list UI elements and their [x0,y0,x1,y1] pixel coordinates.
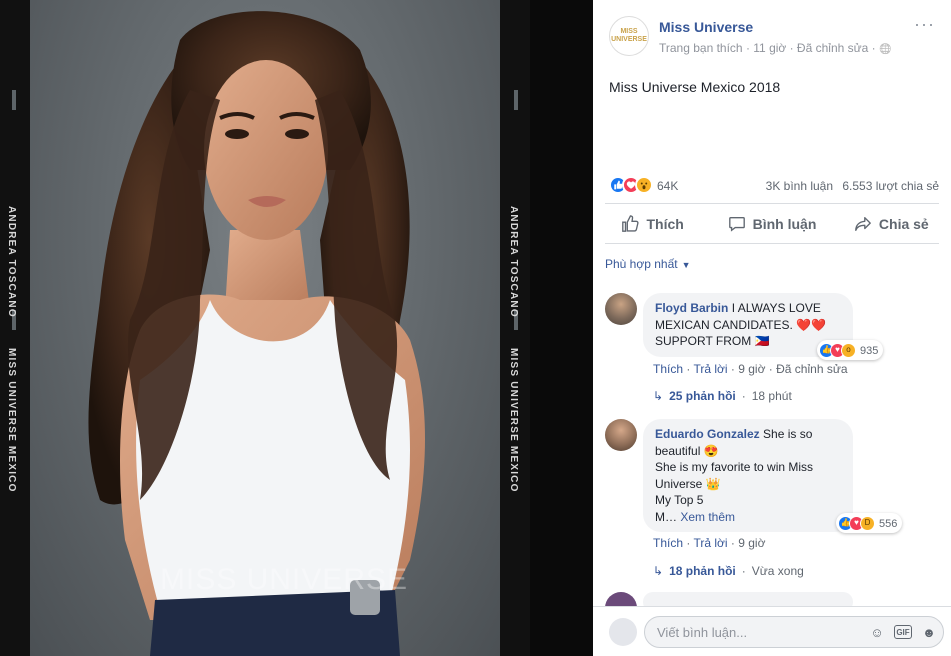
comment-reactions[interactable]: 👍 ♥ D 556 [836,513,903,533]
like-button[interactable]: Thích [593,206,712,242]
replies-link[interactable]: 18 phản hồi [669,564,736,578]
comment-bubble: Eduardo Gonzalez She is so beautiful 😍 S… [643,419,853,532]
comment-text: She is my favorite to win Miss Universe … [655,460,814,491]
strip-marker [12,90,16,110]
comment-reply-link[interactable]: Trả lời [693,362,727,376]
strip-marker [514,90,518,110]
comment-reaction-count: 935 [860,344,879,357]
see-more-link[interactable]: Xem thêm [680,510,735,524]
reaction-count: 64K [657,179,679,193]
comment-sort-dropdown[interactable]: Phù hợp nhất ▼ [605,257,691,271]
comment-button-label: Bình luận [752,216,817,232]
globe-icon: 🌐 [879,44,892,55]
avatar[interactable] [605,419,637,451]
share-icon [855,217,871,231]
comment-actions: Thích · Trả lời · 9 giờ · Đã chỉnh sửa [653,362,848,376]
reply-arrow-icon: ↳ [653,564,664,578]
wow-reaction-icon: o [841,343,856,358]
post-actions: Thích Bình luận Chia sẻ [593,206,951,242]
comment-author[interactable]: Eduardo Gonzalez [655,427,760,441]
page-avatar[interactable]: MISS UNIVERSE [609,16,649,56]
composer-icons: ☺ GIF ☻ [869,624,937,640]
comment-replies[interactable]: ↳ 25 phản hồi · 18 phút [653,389,792,403]
comment-text: My Top 5 [655,493,704,507]
comment-time[interactable]: 9 giờ [738,362,765,376]
comment-text: M… [655,509,677,524]
comment-reply-link[interactable]: Trả lời [693,536,727,550]
divider [605,203,939,204]
sort-label: Phù hợp nhất [605,257,678,271]
comment-icon [728,217,745,232]
replies-time: Vừa xong [751,564,804,578]
divider [605,243,939,244]
share-count-link[interactable]: 6.553 lượt chia sẻ [842,179,939,193]
page-avatar-text: UNIVERSE [611,36,647,43]
photo-watermark: MISS UNIVERSE [160,563,409,596]
haha-reaction-icon: D [860,516,875,531]
post-header: MISS UNIVERSE Miss Universe Trang bạn th… [593,0,951,66]
gif-icon[interactable]: GIF [894,625,912,639]
photo-pane[interactable]: ANDREA TOSCANO MISS UNIVERSE MEXICO ANDR… [0,0,593,656]
like-button-label: Thích [646,216,684,232]
portrait-photo[interactable] [30,0,500,656]
side-label-title: MISS UNIVERSE MEXICO [6,348,17,493]
page-avatar-text: MISS [620,28,638,35]
portrait-illustration [88,11,425,656]
more-options-icon[interactable]: ··· [914,14,935,35]
comment-like-link[interactable]: Thích [653,362,683,376]
share-button[interactable]: Chia sẻ [832,206,951,242]
share-button-label: Chia sẻ [878,216,929,232]
reactions-summary[interactable]: 64K 3K bình luận 6.553 lượt chia sẻ [609,176,939,196]
comment-button[interactable]: Bình luận [712,206,831,242]
post-stats: 3K bình luận 6.553 lượt chia sẻ [766,179,939,193]
side-label-name: ANDREA TOSCANO [508,206,519,318]
post-meta-text: Trang bạn thích · 11 giờ · Đã chỉnh sửa … [659,41,876,55]
avatar[interactable] [605,293,637,325]
side-label-title: MISS UNIVERSE MEXICO [508,348,519,493]
comment-item-partial [605,592,945,624]
reply-arrow-icon: ↳ [653,389,664,403]
comment-time[interactable]: 9 giờ [738,536,765,550]
comment-item: Floyd Barbin I ALWAYS LOVE MEXICAN CANDI… [605,293,945,413]
emoji-icon[interactable]: ☺ [869,624,885,640]
comment-reactions[interactable]: 👍 ♥ o 935 [817,340,884,360]
facebook-photo-viewer: ANDREA TOSCANO MISS UNIVERSE MEXICO ANDR… [0,0,951,656]
comment-edited-label[interactable]: Đã chỉnh sửa [776,362,847,376]
thumbs-up-icon [622,215,640,232]
post-caption: Miss Universe Mexico 2018 [609,79,781,95]
post-meta: Trang bạn thích · 11 giờ · Đã chỉnh sửa … [659,41,891,55]
comment-actions: Thích · Trả lời · 9 giờ [653,536,766,550]
replies-time: 18 phút [751,389,792,403]
page-name-link[interactable]: Miss Universe [659,19,753,35]
comment-reaction-count: 556 [879,517,898,530]
post-panel: MISS UNIVERSE Miss Universe Trang bạn th… [593,0,951,656]
comment-composer: ☺ GIF ☻ [593,606,951,656]
avatar [609,618,637,646]
sticker-icon[interactable]: ☻ [921,624,937,640]
wow-reaction-icon [635,176,653,194]
comment-count-link[interactable]: 3K bình luận [766,179,833,193]
comment-like-link[interactable]: Thích [653,536,683,550]
replies-link[interactable]: 25 phản hồi [669,389,736,403]
chevron-down-icon: ▼ [681,260,691,270]
comment-item: Eduardo Gonzalez She is so beautiful 😍 S… [605,419,945,589]
comment-replies[interactable]: ↳ 18 phản hồi · Vừa xong [653,564,804,578]
comment-author[interactable]: Floyd Barbin [655,301,728,315]
side-label-name: ANDREA TOSCANO [6,206,17,318]
